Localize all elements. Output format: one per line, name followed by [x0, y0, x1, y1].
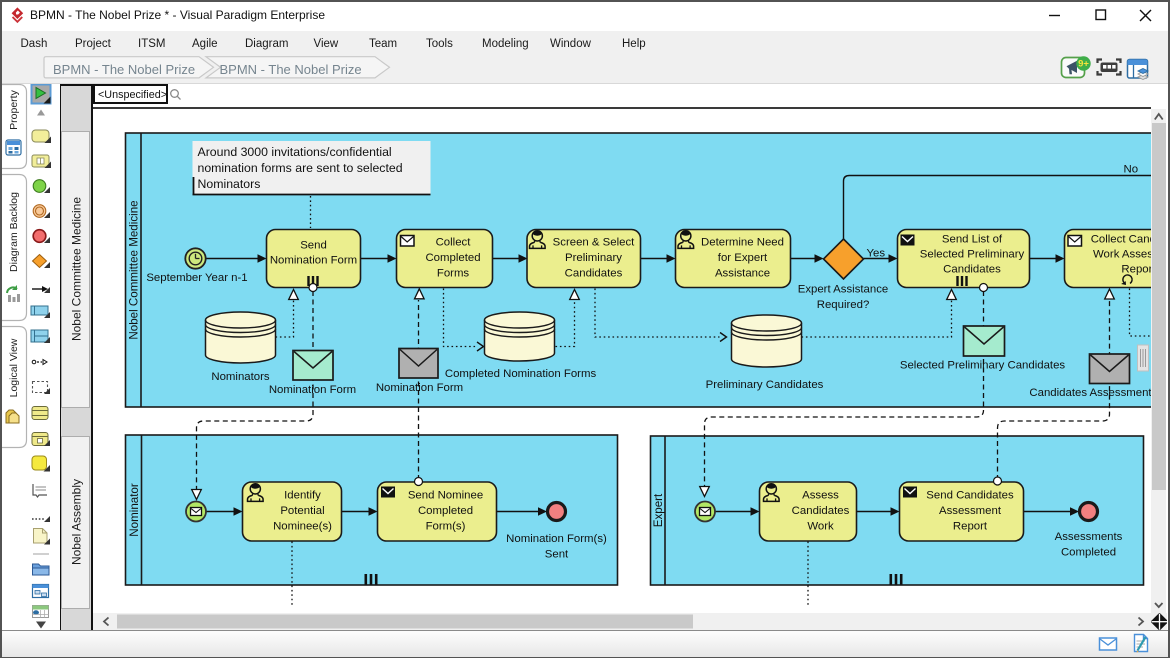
svg-text:Assistance: Assistance [714, 268, 769, 280]
svg-text:Work: Work [807, 521, 834, 533]
svg-text:Send List of: Send List of [941, 234, 1002, 246]
svg-text:Assessment: Assessment [938, 505, 1001, 517]
svg-text:Nomination Form: Nomination Form [375, 382, 462, 394]
svg-text:Nobel Assembly: Nobel Assembly [70, 479, 84, 565]
svg-text:Send Candidates: Send Candidates [926, 490, 1014, 502]
svg-text:Nominators: Nominators [197, 177, 260, 191]
svg-text:Nomination Form: Nomination Form [269, 255, 356, 267]
svg-text:Expert Assistance: Expert Assistance [797, 284, 888, 296]
svg-text:Around 3000 invitations/confid: Around 3000 invitations/confidential [197, 145, 391, 159]
svg-text:Collect Candidates: Collect Candidates [1090, 234, 1150, 246]
svg-text:Assess: Assess [802, 490, 839, 502]
svg-text:Forms: Forms [436, 268, 469, 280]
svg-text:Expert: Expert [652, 493, 665, 527]
svg-text:nomination forms are sent to s: nomination forms are sent to selected [197, 161, 402, 175]
svg-text:Potential: Potential [280, 505, 324, 517]
svg-text:Preliminary Candidates: Preliminary Candidates [705, 379, 823, 391]
svg-text:Yes: Yes [866, 248, 885, 260]
svg-text:No: No [1123, 164, 1138, 176]
svg-text:Completed: Completed [425, 252, 480, 264]
svg-text:Selected Preliminary: Selected Preliminary [919, 249, 1024, 261]
svg-text:Determine Need: Determine Need [701, 237, 784, 249]
svg-text:Send Nominee: Send Nominee [407, 490, 482, 502]
svg-text:Identify: Identify [284, 490, 321, 502]
svg-text:Candidates Assessment: Candidates Assessment [1029, 387, 1151, 399]
svg-text:Screen & Select: Screen & Select [552, 237, 635, 249]
svg-text:Sent: Sent [544, 549, 568, 561]
svg-text:Selected Preliminary Candidate: Selected Preliminary Candidates [899, 360, 1065, 372]
svg-text:Candidates: Candidates [791, 505, 849, 517]
svg-text:Candidates: Candidates [943, 264, 1001, 276]
svg-text:Report: Report [952, 521, 987, 533]
svg-text:Send: Send [300, 240, 327, 252]
svg-text:Form(s): Form(s) [425, 521, 465, 533]
svg-text:Nomination Form(s): Nomination Form(s) [506, 533, 607, 545]
svg-text:Preliminary: Preliminary [565, 252, 622, 264]
svg-text:Candidates: Candidates [564, 268, 622, 280]
svg-text:Property: Property [8, 89, 20, 129]
svg-text:Completed: Completed [417, 505, 472, 517]
svg-text:Completed Nomination Forms: Completed Nomination Forms [444, 368, 596, 380]
svg-text:September Year n-1: September Year n-1 [146, 272, 247, 284]
svg-text:Completed: Completed [1060, 547, 1115, 559]
svg-text:9+: 9+ [1078, 59, 1089, 70]
svg-text:Collect: Collect [435, 237, 471, 249]
svg-text:Diagram Backlog: Diagram Backlog [8, 192, 20, 272]
svg-text:Nobel Committee Medicine: Nobel Committee Medicine [70, 197, 84, 341]
svg-text:Logical View: Logical View [8, 338, 20, 397]
svg-text:Nomination Form: Nomination Form [268, 384, 355, 396]
svg-text:Assessments: Assessments [1054, 531, 1122, 543]
svg-text:Report: Report [1121, 264, 1151, 276]
svg-text:Nominator: Nominator [127, 483, 140, 537]
svg-text:Required?: Required? [816, 299, 869, 311]
svg-text:Work Assessment: Work Assessment [1093, 249, 1151, 261]
svg-text:Nobel Committee Medicine: Nobel Committee Medicine [127, 200, 140, 339]
svg-text:for Expert: for Expert [717, 252, 767, 264]
svg-text:Nominators: Nominators [211, 371, 270, 383]
svg-text:Nominee(s): Nominee(s) [273, 521, 332, 533]
